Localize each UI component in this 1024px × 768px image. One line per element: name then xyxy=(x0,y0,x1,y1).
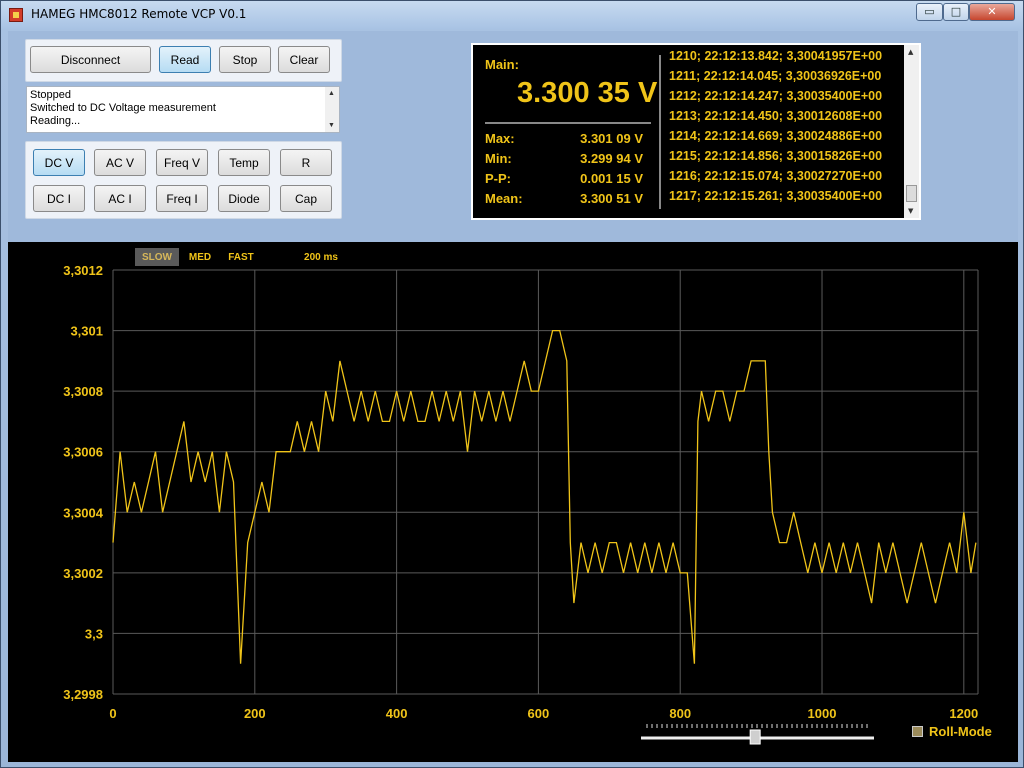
meter-display: Main: 3.300 35 V Max: 3.301 09 V Min: 3.… xyxy=(471,43,921,220)
roll-mode-label: Roll-Mode xyxy=(929,724,992,739)
log-entry: 1212; 22:12:14.247; 3,30035400E+00 xyxy=(669,89,883,103)
plot-area: SLOW MED FAST 200 ms 3,2998 3,3 3,3002 3,30… xyxy=(8,242,1018,762)
stat-value-pp: 0.001 15 V xyxy=(580,171,643,186)
divider xyxy=(659,55,661,209)
status-line: Stopped xyxy=(30,89,71,101)
y-tick-label: 3,3006 xyxy=(63,445,103,460)
x-tick-label: 400 xyxy=(386,706,408,721)
mode-ac-i-button[interactable]: AC I xyxy=(94,185,146,212)
main-label: Main: xyxy=(485,57,519,72)
y-tick-label: 3,3008 xyxy=(63,384,103,399)
status-log[interactable]: Stopped Switched to DC Voltage measureme… xyxy=(26,86,340,133)
x-tick-label: 1200 xyxy=(949,706,978,721)
read-button[interactable]: Read xyxy=(159,46,211,73)
disconnect-button[interactable]: Disconnect xyxy=(30,46,151,73)
slider-thumb[interactable] xyxy=(749,729,761,745)
stop-button[interactable]: Stop xyxy=(219,46,271,73)
mode-cap-button[interactable]: Cap xyxy=(280,185,332,212)
status-log-scrollbar[interactable]: ▲ ▼ xyxy=(325,87,339,132)
stat-label-min: Min: xyxy=(485,151,512,166)
mode-ac-v-button[interactable]: AC V xyxy=(94,149,146,176)
mode-r-button[interactable]: R xyxy=(280,149,332,176)
log-entry: 1210; 22:12:13.842; 3,30041957E+00 xyxy=(669,49,883,63)
stat-value-min: 3.299 94 V xyxy=(580,151,643,166)
scroll-up-icon[interactable]: ▲ xyxy=(328,90,335,97)
scroll-down-icon[interactable]: ▼ xyxy=(328,122,335,129)
mode-freq-i-button[interactable]: Freq I xyxy=(156,185,208,212)
minimize-button[interactable]: ▭ xyxy=(916,3,943,21)
mode-temp-button[interactable]: Temp xyxy=(218,149,270,176)
mode-group: DC V AC V Freq V Temp R DC I AC I Freq I… xyxy=(25,141,342,219)
y-tick-label: 3,2998 xyxy=(63,687,103,702)
app-window: HAMEG HMC8012 Remote VCP V0.1 ▭ □ ✕ Disc… xyxy=(0,0,1024,768)
status-line: Switched to DC Voltage measurement xyxy=(30,102,216,114)
voltage-series-line xyxy=(112,329,977,664)
x-tick-label: 0 xyxy=(109,706,116,721)
client-area: Disconnect Read Stop Clear Stopped Switc… xyxy=(8,31,1018,762)
x-tick-label: 600 xyxy=(528,706,550,721)
app-icon xyxy=(9,8,23,22)
connection-group: Disconnect Read Stop Clear xyxy=(25,39,342,82)
voltage-chart: 3,2998 3,3 3,3002 3,3004 3,3006 3,3008 3,301 3,… xyxy=(63,263,979,745)
y-tick-label: 3,3002 xyxy=(63,566,103,581)
mode-dc-v-button[interactable]: DC V xyxy=(33,149,85,176)
x-tick-label: 1000 xyxy=(808,706,837,721)
log-entry: 1215; 22:12:14.856; 3,30015826E+00 xyxy=(669,149,883,163)
scroll-up-icon[interactable]: ▲ xyxy=(908,48,913,56)
log-entry: 1216; 22:12:15.074; 3,30027270E+00 xyxy=(669,169,883,183)
status-line: Reading... xyxy=(30,115,81,127)
stat-label-mean: Mean: xyxy=(485,191,523,206)
log-entry: 1217; 22:12:15.261; 3,30035400E+00 xyxy=(669,189,883,203)
y-tick-label: 3,301 xyxy=(70,324,103,339)
main-reading: 3.300 35 V xyxy=(517,77,658,109)
window-title: HAMEG HMC8012 Remote VCP V0.1 xyxy=(31,7,247,21)
mode-diode-button[interactable]: Diode xyxy=(218,185,270,212)
log-scrollbar[interactable]: ▲ ▼ xyxy=(904,45,919,218)
log-entry: 1214; 22:12:14.669; 3,30024886E+00 xyxy=(669,129,883,143)
scroll-down-icon[interactable]: ▼ xyxy=(908,207,913,215)
clear-button[interactable]: Clear xyxy=(278,46,330,73)
y-tick-label: 3,3004 xyxy=(63,505,104,520)
x-tick-label: 200 xyxy=(244,706,266,721)
scroll-thumb[interactable] xyxy=(906,185,917,202)
log-entry: 1213; 22:12:14.450; 3,30012608E+00 xyxy=(669,109,883,123)
stat-label-max: Max: xyxy=(485,131,515,146)
maximize-button[interactable]: □ xyxy=(943,3,969,21)
stat-value-mean: 3.300 51 V xyxy=(580,191,643,206)
y-tick-label: 3,3012 xyxy=(63,263,103,278)
x-tick-label: 800 xyxy=(669,706,691,721)
y-tick-label: 3,3 xyxy=(85,626,103,641)
close-button[interactable]: ✕ xyxy=(969,3,1015,21)
stat-label-pp: P-P: xyxy=(485,171,511,186)
mode-freq-v-button[interactable]: Freq V xyxy=(156,149,208,176)
mode-dc-i-button[interactable]: DC I xyxy=(33,185,85,212)
divider xyxy=(485,122,651,124)
roll-mode-checkbox[interactable]: Roll-Mode xyxy=(912,724,992,739)
title-bar[interactable]: HAMEG HMC8012 Remote VCP V0.1 ▭ □ ✕ xyxy=(1,1,1023,29)
stat-value-max: 3.301 09 V xyxy=(580,131,643,146)
log-entry: 1211; 22:12:14.045; 3,30036926E+00 xyxy=(669,69,882,83)
checkbox-icon[interactable] xyxy=(912,726,923,737)
